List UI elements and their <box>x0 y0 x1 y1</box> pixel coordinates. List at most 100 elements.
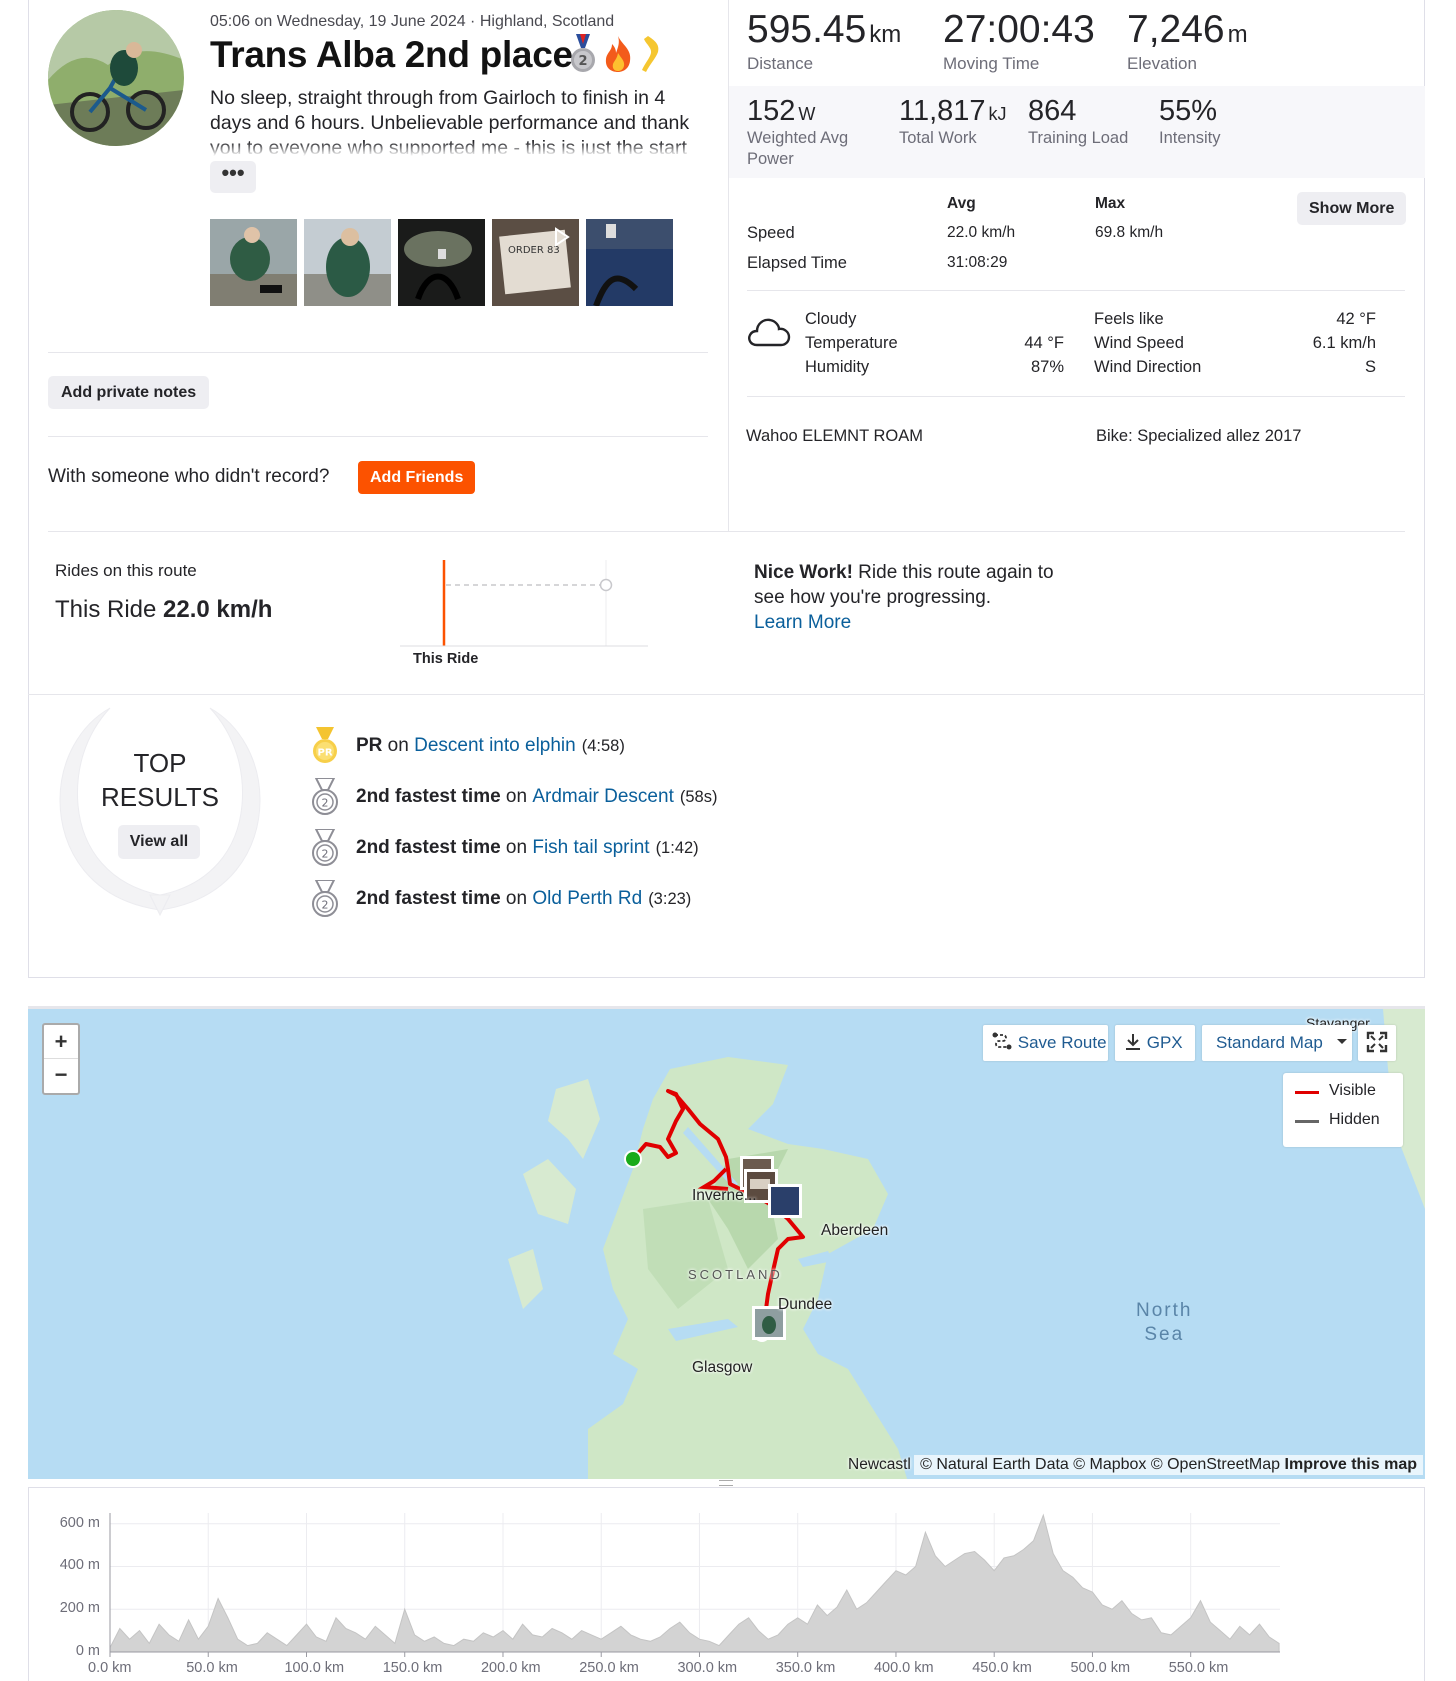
speed-avg: 22.0 km/h <box>947 224 1016 241</box>
temperature-value: 44 °F <box>1024 334 1064 352</box>
stat-distance-value: 595.45 km <box>747 8 902 51</box>
segment-time: (1:42) <box>655 838 699 857</box>
wind-speed-label: Wind Speed <box>1094 334 1184 352</box>
x-tick-label: 100.0 km <box>284 1660 345 1676</box>
activity-photo[interactable] <box>586 219 673 306</box>
achievement-type: 2nd fastest time <box>356 837 501 858</box>
stat-weighted-power-value: 152 W <box>747 95 816 127</box>
second-place-medal-icon: 2 <box>312 829 338 866</box>
route-chart-label: This Ride <box>413 651 479 667</box>
top-results-title: TOP RESULTS <box>101 748 219 812</box>
activity-description: No sleep, straight through from Gairloch… <box>210 86 705 156</box>
segment-link[interactable]: Fish tail sprint <box>532 837 649 859</box>
fullscreen-icon <box>1366 1031 1388 1053</box>
achievement-row: 2 2nd fastest time on Fish tail sprint (1… <box>310 829 699 867</box>
add-friends-button[interactable]: Add Friends <box>358 461 476 494</box>
bike-name[interactable]: Bike: Specialized allez 2017 <box>1096 427 1301 446</box>
speed-max: 69.8 km/h <box>1095 224 1164 241</box>
activity-photo[interactable] <box>398 219 485 306</box>
feels-like-value: 42 °F <box>1336 310 1376 328</box>
segment-link[interactable]: Old Perth Rd <box>532 888 642 910</box>
achievement-type: 2nd fastest time <box>356 888 501 909</box>
wind-direction-label: Wind Direction <box>1094 358 1202 376</box>
activity-date-location: 05:06 on Wednesday, 19 June 2024 · Highl… <box>210 13 615 30</box>
svg-text:PR: PR <box>317 748 332 759</box>
view-all-button[interactable]: View all <box>118 825 200 859</box>
route-icon <box>992 1032 1012 1050</box>
silver-medal-2-icon: 2 <box>571 34 595 72</box>
activity-video[interactable]: ORDER 83 <box>492 219 579 306</box>
wind-speed-value: 6.1 km/h <box>1312 334 1376 352</box>
column-divider <box>728 0 729 531</box>
svg-text:ORDER 83: ORDER 83 <box>508 245 560 256</box>
flexed-leg-icon <box>642 36 659 72</box>
stat-distance-label: Distance <box>747 54 814 73</box>
second-place-medal-icon: 2 <box>312 880 338 917</box>
add-private-notes-button[interactable]: Add private notes <box>48 376 210 409</box>
map-resize-handle[interactable] <box>719 1480 733 1486</box>
y-tick-label: 200 m <box>59 1600 100 1617</box>
legend-visible-label: Visible <box>1329 1082 1376 1099</box>
gpx-download-button[interactable]: GPX <box>1115 1025 1195 1061</box>
x-tick-label: 250.0 km <box>579 1660 639 1676</box>
zoom-in-button[interactable]: + <box>44 1025 78 1059</box>
stat-elevation-label: Elevation <box>1127 54 1197 73</box>
athlete-avatar[interactable] <box>48 10 184 146</box>
show-more-button[interactable]: Show More <box>1297 192 1407 225</box>
humidity-label: Humidity <box>805 358 870 376</box>
legend-hidden-label: Hidden <box>1329 1111 1380 1128</box>
map-canvas[interactable] <box>28 1009 1425 1479</box>
rides-on-route-label: Rides on this route <box>55 561 197 580</box>
table-header-max: Max <box>1095 195 1126 212</box>
stat-intensity-label: Intensity <box>1159 129 1221 147</box>
segment-link[interactable]: Ardmair Descent <box>532 786 674 808</box>
elevation-chart <box>109 1513 1280 1657</box>
elapsed-time-label: Elapsed Time <box>747 254 847 272</box>
y-tick-label: 0 m <box>75 1643 100 1659</box>
activity-photo[interactable] <box>304 219 391 306</box>
divider <box>747 290 1405 291</box>
stat-intensity-value: 55% <box>1159 95 1218 127</box>
title-emoji-group: 2 <box>570 34 666 74</box>
start-marker <box>624 1150 642 1168</box>
fullscreen-button[interactable] <box>1358 1025 1396 1061</box>
improve-map-link[interactable]: Improve this map <box>1285 1456 1417 1473</box>
speed-label: Speed <box>747 224 795 242</box>
divider <box>48 531 1405 532</box>
fire-icon <box>605 36 631 72</box>
divider <box>48 436 708 437</box>
map-attribution: © Natural Earth Data © Mapbox © OpenStre… <box>914 1455 1423 1475</box>
map-label-scotland: SCOTLAND <box>688 1267 783 1282</box>
svg-text:2: 2 <box>322 848 329 861</box>
stat-weighted-power-label: Weighted Avg Power <box>747 129 849 168</box>
x-tick-label: 400.0 km <box>873 1660 934 1676</box>
stat-moving-time-value: 27:00:43 <box>943 8 1095 51</box>
stat-moving-time-label: Moving Time <box>943 54 1040 73</box>
elapsed-time-avg: 31:08:29 <box>947 254 1008 271</box>
stat-elevation-value: 7,246 m <box>1127 8 1248 51</box>
divider <box>48 352 708 353</box>
route-comparison-chart <box>400 560 648 647</box>
stat-training-load-label: Training Load <box>1028 129 1129 147</box>
download-icon <box>1126 1034 1140 1050</box>
svg-text:2: 2 <box>578 54 587 69</box>
map-label-north-sea: North Sea <box>1136 1300 1193 1345</box>
stat-total-work-label: Total Work <box>899 129 977 147</box>
activity-photo[interactable] <box>210 219 297 306</box>
more-options-button[interactable]: ••• <box>210 161 256 193</box>
route-map[interactable]: Inverne... Aberdeen SCOTLAND Dundee Glas… <box>28 1006 1425 1479</box>
x-tick-label: 200.0 km <box>480 1660 541 1676</box>
map-style-select[interactable]: Standard Map <box>1202 1025 1352 1061</box>
x-tick-label: 550.0 km <box>1168 1660 1229 1676</box>
achievement-row: 2 2nd fastest time on Old Perth Rd (3:23) <box>310 880 691 918</box>
wind-direction-value: S <box>1364 358 1376 376</box>
x-tick-label: 150.0 km <box>382 1660 443 1676</box>
second-place-medal-icon: 2 <box>312 778 338 815</box>
segment-link[interactable]: Descent into elphin <box>414 735 576 757</box>
save-route-button[interactable]: Save Route <box>983 1025 1108 1061</box>
map-label-dundee: Dundee <box>778 1296 833 1313</box>
x-tick-label: 500.0 km <box>1070 1660 1131 1676</box>
learn-more-link[interactable]: Learn More <box>754 612 851 633</box>
feels-like-label: Feels like <box>1094 310 1164 328</box>
zoom-out-button[interactable]: − <box>44 1059 78 1093</box>
